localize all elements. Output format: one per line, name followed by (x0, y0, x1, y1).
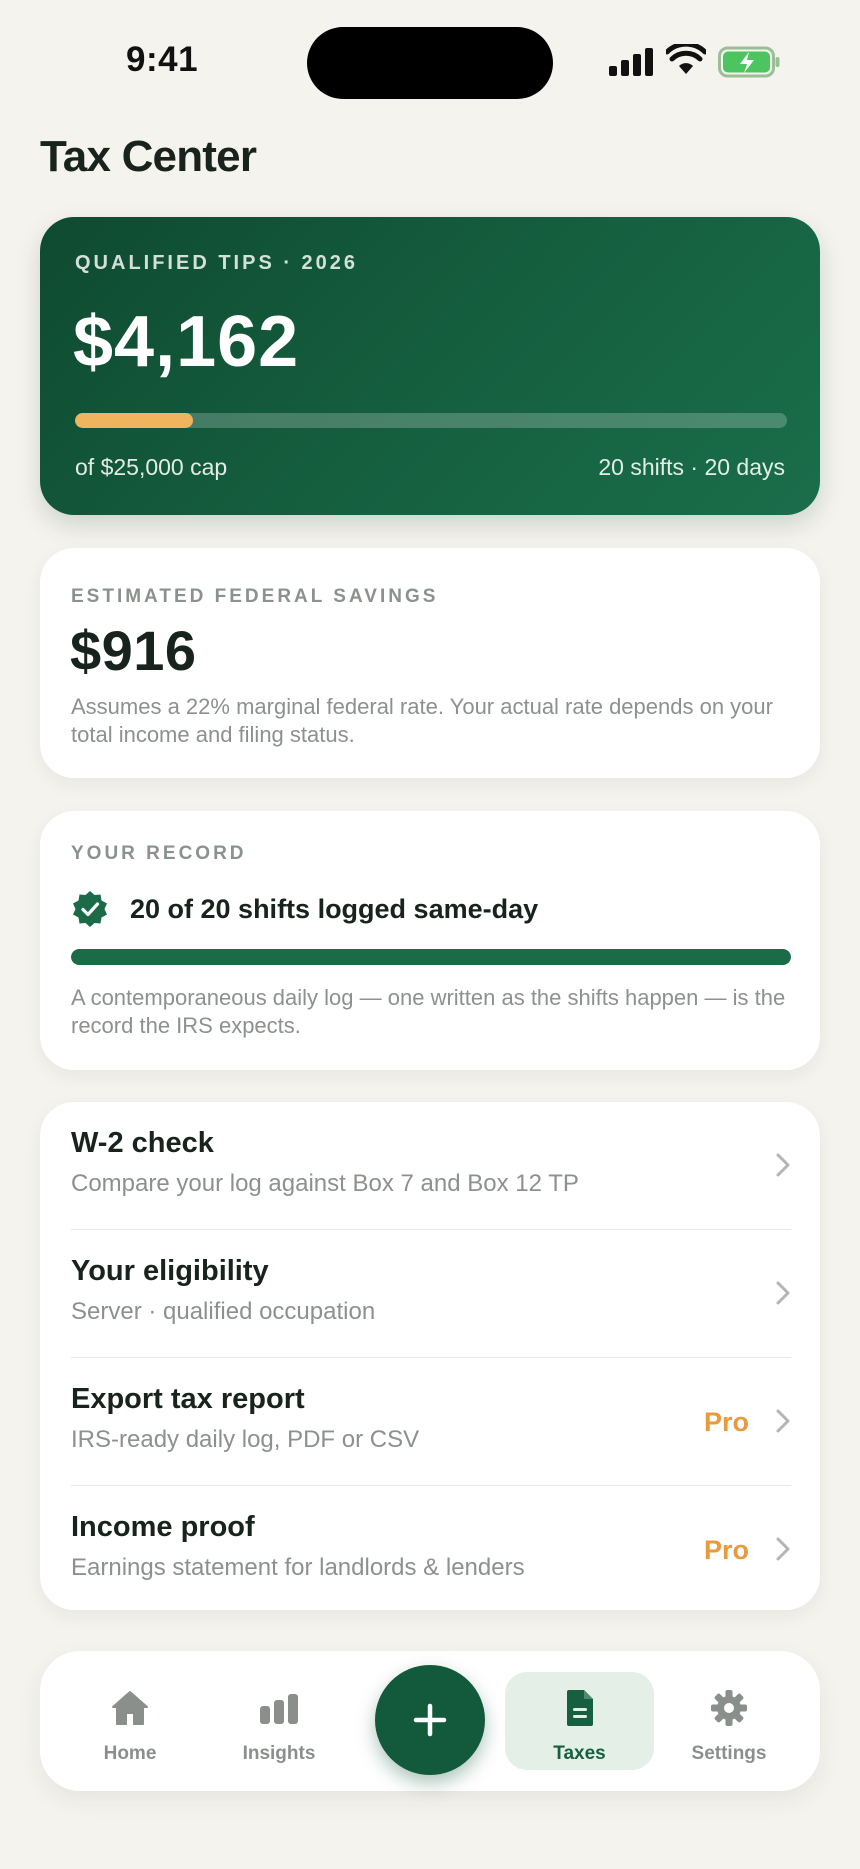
tab-label: Home (103, 1743, 157, 1764)
menu-item-subtitle: Compare your log against Box 7 and Box 1… (71, 1170, 579, 1197)
cellular-signal-icon (609, 48, 653, 76)
chevron-right-icon (776, 1409, 790, 1433)
tab-label: Taxes (553, 1743, 606, 1764)
document-icon (566, 1690, 593, 1726)
menu-item-subtitle: Earnings statement for landlords & lende… (71, 1554, 525, 1581)
chevron-right-icon (776, 1281, 790, 1305)
tips-cap-progress-bar (75, 413, 787, 428)
menu-item-eligibility[interactable]: Your eligibility Server · qualified occu… (71, 1230, 791, 1358)
menu-item-title: Export tax report (71, 1383, 305, 1415)
tab-bar: Home Insights Taxes Settings (40, 1651, 820, 1791)
same-day-log-progress-fill (71, 949, 791, 965)
dynamic-island (307, 27, 553, 99)
same-day-log-progress-bar (71, 949, 791, 965)
check-badge-icon (73, 891, 107, 927)
federal-savings-note: Assumes a 22% marginal federal rate. You… (71, 694, 773, 747)
wifi-icon (666, 44, 706, 74)
chevron-right-icon (776, 1537, 790, 1561)
gear-icon (711, 1690, 747, 1726)
shifts-days-summary: 20 shifts · 20 days (598, 454, 785, 480)
tab-taxes[interactable]: Taxes (505, 1651, 654, 1791)
qualified-tips-amount: $4,162 (73, 302, 300, 382)
record-note: A contemporaneous daily log — one writte… (71, 985, 786, 1038)
menu-item-subtitle: Server · qualified occupation (71, 1298, 376, 1325)
your-record-card: YOUR RECORD 20 of 20 shifts logged same-… (40, 811, 820, 1070)
record-headline: 20 of 20 shifts logged same-day (130, 894, 539, 924)
bar-chart-icon (260, 1694, 298, 1724)
tips-cap-text: of $25,000 cap (75, 454, 228, 480)
tips-cap-progress-fill (75, 413, 194, 428)
tab-label: Settings (691, 1743, 767, 1764)
status-time: 9:41 (126, 40, 199, 79)
tax-center-screen: 9:41 Tax Center QUALIFIED TIPS · 2026 $4… (0, 0, 860, 1869)
status-bar: 9:41 (0, 0, 860, 110)
tab-insights[interactable]: Insights (219, 1651, 339, 1791)
chevron-right-icon (776, 1153, 790, 1177)
your-record-label: YOUR RECORD (71, 843, 247, 864)
page-title: Tax Center (40, 132, 257, 181)
federal-savings-card: ESTIMATED FEDERAL SAVINGS $916 Assumes a… (40, 548, 820, 778)
menu-item-title: Your eligibility (71, 1255, 269, 1287)
plus-icon (413, 1703, 447, 1737)
menu-item-title: W-2 check (71, 1127, 214, 1159)
menu-item-income-proof[interactable]: Income proof Earnings statement for land… (71, 1486, 791, 1614)
qualified-tips-label: QUALIFIED TIPS · 2026 (75, 252, 359, 274)
qualified-tips-card: QUALIFIED TIPS · 2026 $4,162 of $25,000 … (40, 217, 820, 515)
house-icon (112, 1691, 148, 1725)
add-shift-button[interactable] (375, 1665, 485, 1775)
tab-label: Insights (242, 1743, 316, 1764)
menu-item-subtitle: IRS-ready daily log, PDF or CSV (71, 1426, 420, 1453)
battery-charging-icon (718, 46, 780, 78)
federal-savings-amount: $916 (70, 619, 197, 682)
menu-item-title: Income proof (71, 1511, 255, 1543)
menu-item-export-tax-report[interactable]: Export tax report IRS-ready daily log, P… (71, 1358, 791, 1486)
federal-savings-label: ESTIMATED FEDERAL SAVINGS (71, 586, 439, 607)
tab-settings[interactable]: Settings (669, 1651, 789, 1791)
pro-badge: Pro (703, 1535, 749, 1565)
menu-item-w2-check[interactable]: W-2 check Compare your log against Box 7… (71, 1102, 791, 1230)
pro-badge: Pro (703, 1407, 749, 1437)
tab-home[interactable]: Home (70, 1651, 190, 1791)
tax-tools-list: W-2 check Compare your log against Box 7… (40, 1102, 820, 1610)
